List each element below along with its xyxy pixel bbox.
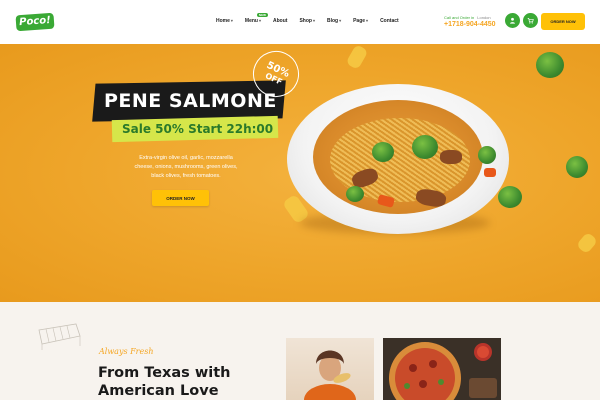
chevron-down-icon: ▾ [339, 18, 342, 23]
chevron-down-icon: ▾ [230, 18, 233, 23]
cart-icon [527, 18, 534, 24]
carrot-piece [484, 168, 496, 177]
account-button[interactable] [505, 13, 520, 28]
chevron-down-icon: ▾ [312, 18, 315, 23]
hero-sale-text: Sale 50% Start 22h:00 [122, 122, 274, 136]
broccoli-decoration [566, 156, 588, 178]
logo[interactable]: Poco! [15, 12, 55, 32]
broccoli-decoration [536, 52, 564, 78]
call-label: Call and Order in [444, 15, 475, 20]
main-nav: Home▾ Menu▾ NEW About Shop▾ Blog▾ Page▾ C… [216, 13, 411, 24]
section-kicker: Always Fresh [99, 347, 154, 356]
nav-item-contact[interactable]: Contact [380, 18, 399, 24]
section-title: From Texas with American Love [98, 365, 231, 399]
awning-sketch-icon [38, 323, 81, 350]
pasta-decoration [575, 231, 599, 255]
hero-order-button[interactable]: ORDER NOW [152, 190, 209, 206]
broccoli-piece [498, 186, 522, 208]
chevron-down-icon: ▾ [366, 18, 369, 23]
site-header: Poco! Home▾ Menu▾ NEW About Shop▾ Blog▾ P… [0, 0, 600, 44]
woman-eating-photo [286, 338, 374, 400]
hero-title: PENE SALMONE [104, 90, 277, 112]
broccoli-piece [372, 142, 394, 162]
nav-item-menu[interactable]: Menu▾ NEW [245, 13, 268, 24]
user-icon [510, 17, 515, 24]
nav-item-about[interactable]: About [273, 18, 287, 24]
order-now-button[interactable]: ORDER NOW [541, 13, 585, 30]
call-order-box: Call and Order in London +1718-904-4450 [444, 15, 500, 28]
nav-item-page[interactable]: Page▾ [353, 18, 368, 24]
broccoli-piece [478, 146, 496, 164]
cart-button[interactable] [523, 13, 538, 28]
broccoli-piece [346, 186, 364, 202]
nav-item-blog[interactable]: Blog▾ [327, 18, 341, 24]
hero-description: Extra-virgin olive oil, garlic, mozzarel… [134, 155, 238, 179]
nav-item-home[interactable]: Home▾ [216, 18, 233, 24]
phone-number[interactable]: +1718-904-4450 [444, 21, 500, 28]
city-label: London [477, 15, 491, 20]
pizza-photo [383, 338, 501, 400]
nav-item-shop[interactable]: Shop▾ [299, 18, 315, 24]
broccoli-piece [412, 135, 438, 159]
chevron-down-icon: ▾ [258, 18, 261, 23]
meat-piece [440, 150, 462, 164]
pasta-decoration [345, 44, 369, 71]
new-badge: NEW [256, 13, 268, 17]
